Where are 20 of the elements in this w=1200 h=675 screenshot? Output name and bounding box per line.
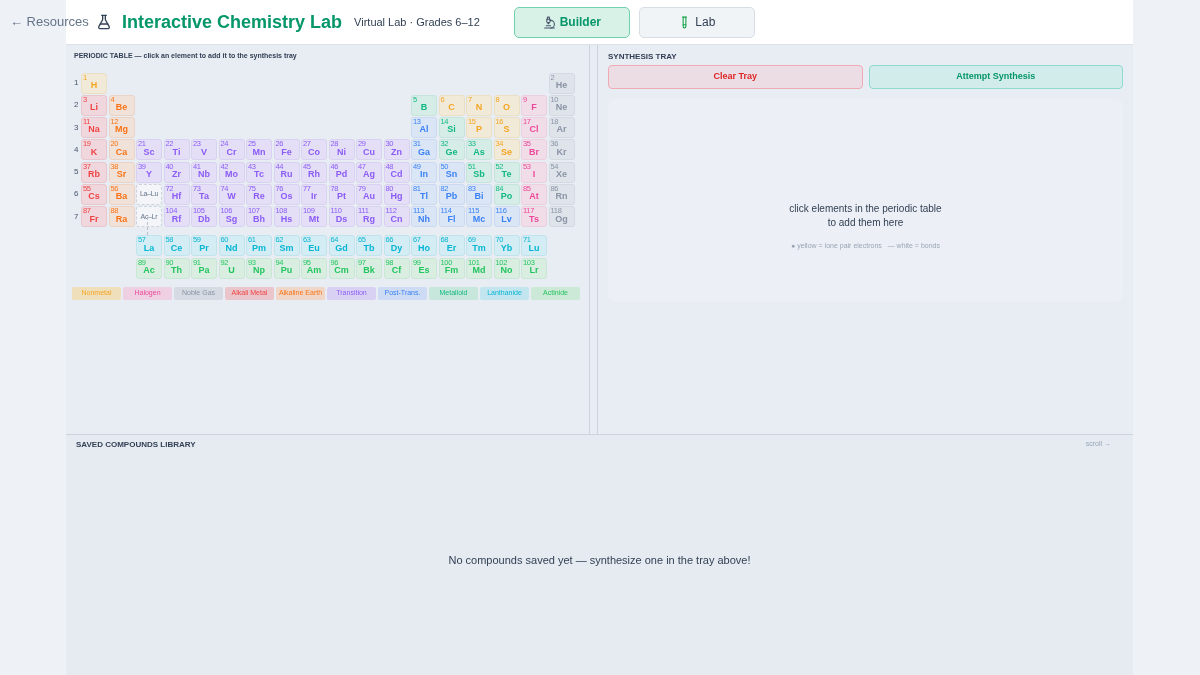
tray-button[interactable]: Attempt Synthesis <box>868 65 1123 89</box>
mode-tab[interactable]: Builder <box>513 6 630 38</box>
period-number: 5 <box>74 166 80 179</box>
tray-button[interactable]: Clear Tray <box>608 65 863 89</box>
panel-heading: SAVED COMPOUNDS LIBRARY <box>76 439 196 451</box>
period-number: 2 <box>74 99 80 112</box>
library-empty-message: No compounds saved yet — synthesize one in the tray above! <box>448 553 751 568</box>
period-number: 3 <box>74 121 80 134</box>
mode-tab[interactable]: Lab <box>638 6 755 38</box>
flask-icon <box>96 14 112 30</box>
app-subtitle: Virtual Lab · Grades 6–12 <box>354 14 480 30</box>
tray-empty-message: click elements in the periodic table to add them here <box>789 202 942 230</box>
microscope-icon <box>542 15 556 29</box>
period-number: 6 <box>74 188 80 201</box>
period-number: 4 <box>74 143 80 156</box>
period-number: 7 <box>74 210 80 223</box>
app-title: Interactive Chemistry Lab <box>122 10 343 34</box>
back-link[interactable]: ← Resources <box>10 12 89 32</box>
period-number: 1 <box>74 77 80 89</box>
panel-heading: SYNTHESIS TRAY <box>608 51 678 63</box>
